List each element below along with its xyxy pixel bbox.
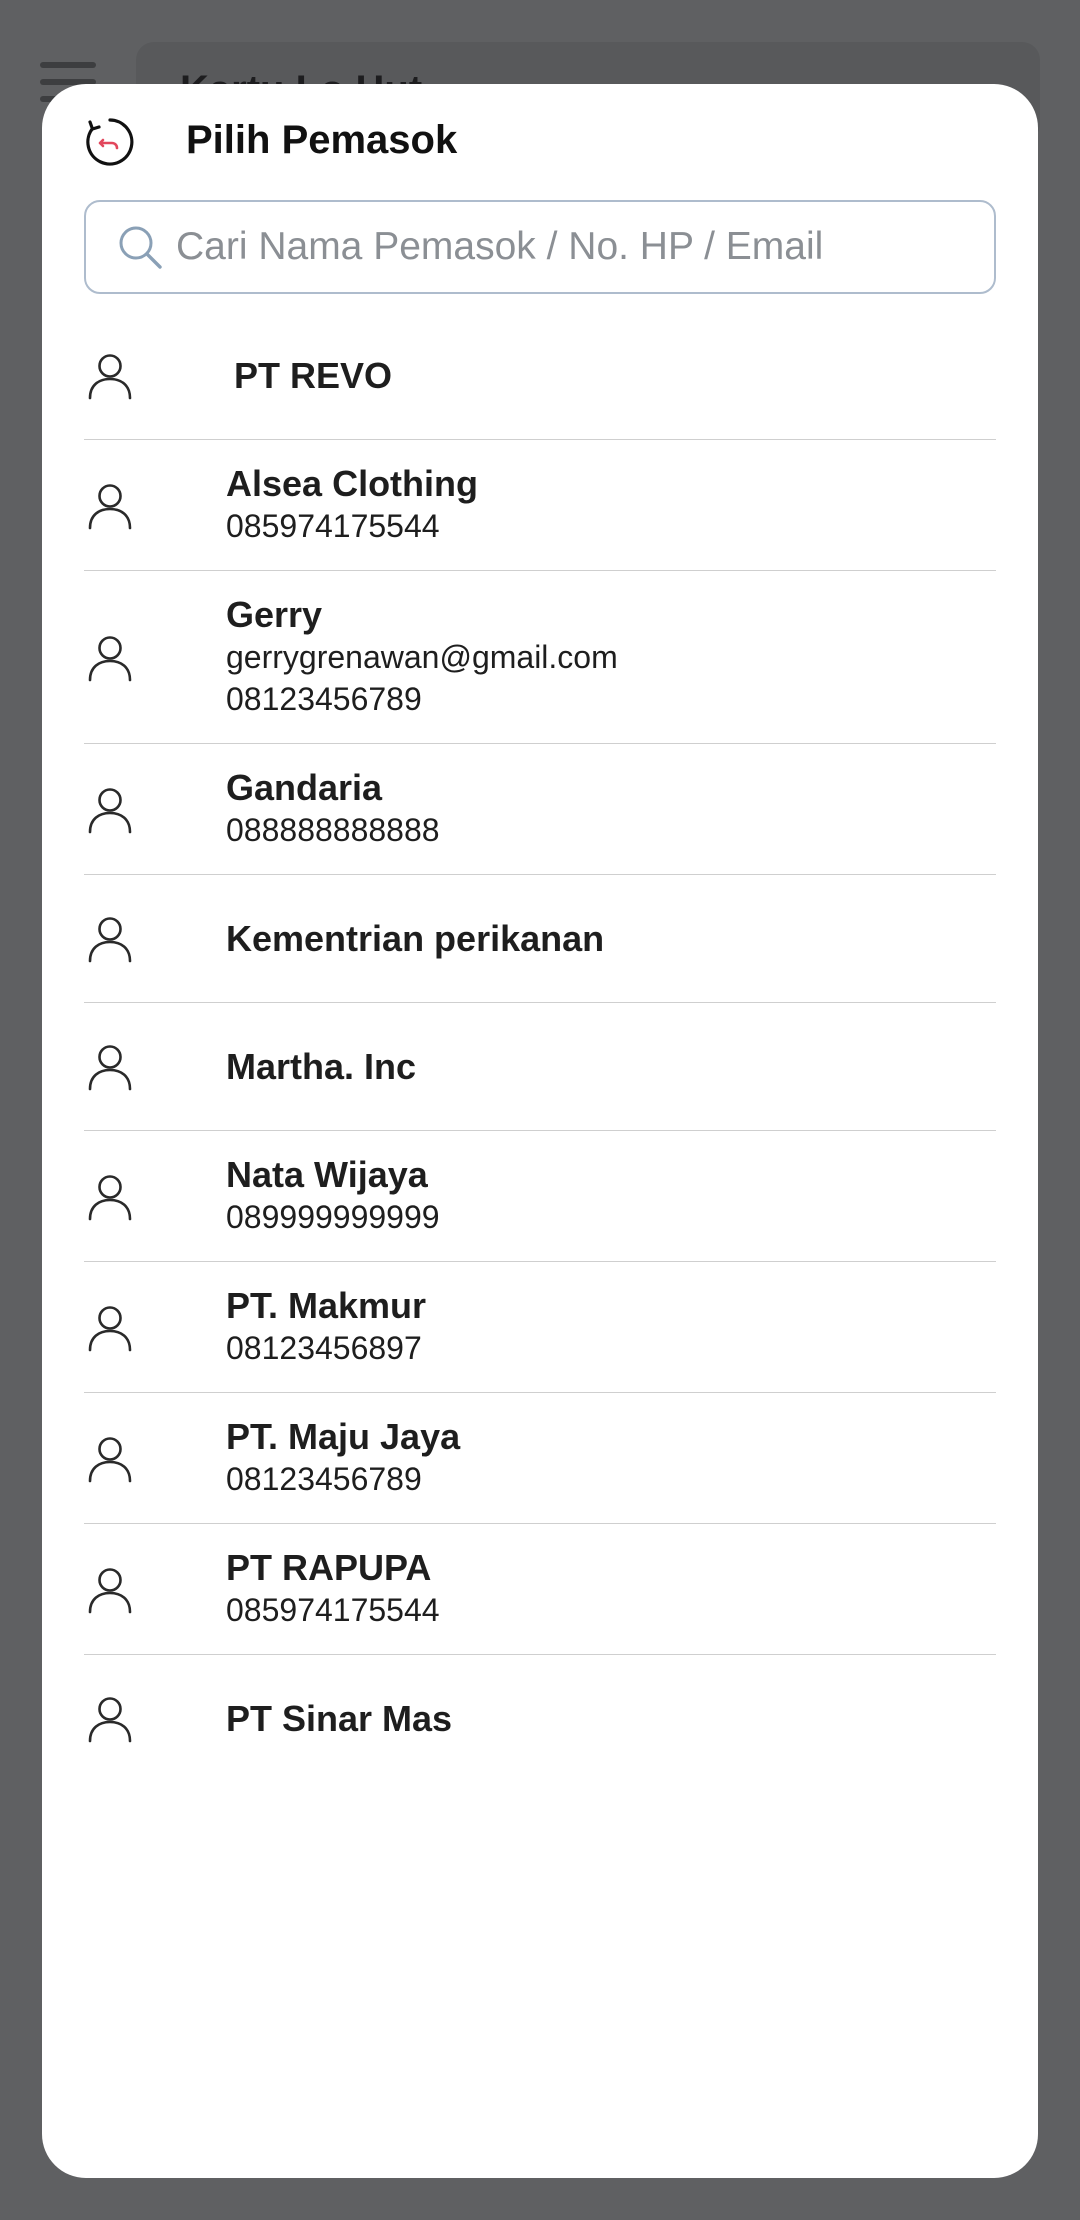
supplier-name: PT. Maju Jaya [226,1416,461,1457]
supplier-name: PT REVO [234,354,393,396]
person-icon [84,1171,136,1223]
supplier-texts: Martha. Inc [226,1046,416,1088]
person-icon [84,1302,136,1354]
supplier-phone: 08123456789 [226,681,422,717]
person-icon [84,1564,136,1616]
person-icon [84,1693,136,1745]
person-icon [84,632,136,684]
supplier-name: PT. Makmur [226,1285,427,1326]
search-input[interactable] [176,207,994,287]
supplier-texts: Gerry gerrygrenawan@gmail.com 08123456789 [226,594,618,720]
supplier-row[interactable]: PT REVO [84,312,996,440]
supplier-row[interactable]: PT RAPUPA 085974175544 [84,1524,996,1655]
supplier-row[interactable]: PT. Maju Jaya 08123456789 [84,1393,996,1524]
supplier-texts: PT REVO [234,355,392,397]
supplier-name: PT Sinar Mas [226,1698,453,1739]
supplier-name: Alsea Clothing [226,463,479,504]
supplier-row[interactable]: PT Sinar Mas [84,1655,996,1783]
supplier-row[interactable]: Gerry gerrygrenawan@gmail.com 08123456789 [84,571,996,744]
person-icon [84,784,136,836]
person-icon [84,913,136,965]
supplier-phone: 085974175544 [226,1592,440,1628]
supplier-row[interactable]: Nata Wijaya 089999999999 [84,1131,996,1262]
supplier-phone: 088888888888 [226,812,440,848]
supplier-name: Kementrian perikanan [226,917,605,959]
person-icon [84,1433,136,1485]
sheet-header: Pilih Pemasok [42,84,1038,200]
supplier-name: Martha. Inc [226,1045,417,1087]
supplier-texts: PT. Makmur 08123456897 [226,1285,426,1369]
supplier-email: gerrygrenawan@gmail.com [226,639,618,675]
back-button[interactable] [82,114,138,170]
supplier-phone: 089999999999 [226,1199,440,1235]
supplier-phone: 085974175544 [226,508,440,544]
supplier-picker-sheet: Pilih Pemasok PT REVO Alsea Clothing 08597… [42,84,1038,2178]
supplier-name: Nata Wijaya [226,1154,428,1195]
supplier-name: Gandaria [226,767,383,808]
supplier-texts: Nata Wijaya 089999999999 [226,1154,440,1238]
supplier-phone: 08123456897 [226,1330,422,1366]
supplier-row[interactable]: Kementrian perikanan [84,875,996,1003]
person-icon [84,480,136,532]
supplier-row[interactable]: Gandaria 088888888888 [84,744,996,875]
person-icon [84,1041,136,1093]
supplier-row[interactable]: PT. Makmur 08123456897 [84,1262,996,1393]
supplier-row[interactable]: Alsea Clothing 085974175544 [84,440,996,571]
back-icon [86,118,134,166]
person-icon [84,350,136,402]
supplier-texts: Kementrian perikanan [226,918,604,960]
supplier-texts: PT Sinar Mas [226,1698,452,1740]
supplier-texts: PT. Maju Jaya 08123456789 [226,1416,460,1500]
supplier-row[interactable]: Martha. Inc [84,1003,996,1131]
supplier-list: PT REVO Alsea Clothing 085974175544 Gerry ge… [84,312,996,1783]
page-title: Pilih Pemasok [186,118,458,162]
supplier-texts: Alsea Clothing 085974175544 [226,463,478,547]
supplier-texts: Gandaria 088888888888 [226,767,440,851]
supplier-texts: PT RAPUPA 085974175544 [226,1547,440,1631]
supplier-name: Gerry [226,594,323,635]
supplier-name: PT RAPUPA [226,1547,432,1588]
search-box[interactable] [84,200,996,294]
supplier-phone: 08123456789 [226,1461,422,1497]
search-icon [119,226,162,269]
